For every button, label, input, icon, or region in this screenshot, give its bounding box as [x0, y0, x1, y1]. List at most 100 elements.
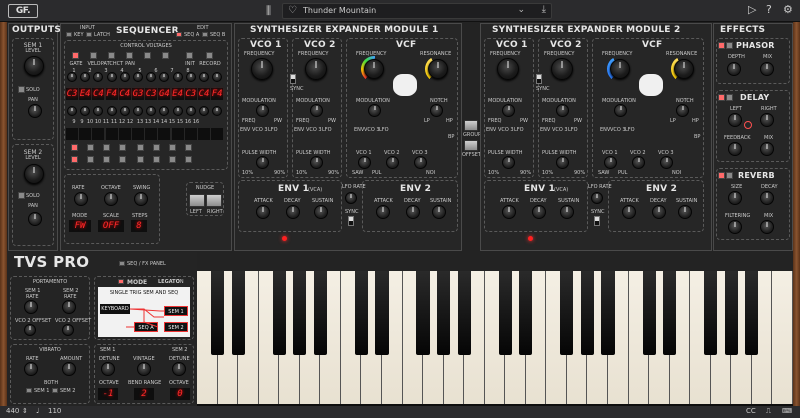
black-key[interactable]: [560, 271, 574, 355]
nudge-right-button[interactable]: [206, 194, 222, 207]
step-note-display[interactable]: C3: [184, 88, 197, 100]
black-key[interactable]: [745, 271, 759, 355]
seq-swing-knob[interactable]: [134, 192, 148, 206]
offset-button[interactable]: [464, 140, 478, 151]
step-cv-display[interactable]: [79, 128, 92, 140]
step-button[interactable]: [169, 144, 176, 151]
reverb-decay-knob[interactable]: [760, 191, 774, 205]
reverb-size-knob[interactable]: [728, 191, 742, 205]
phasor-off-button[interactable]: [726, 42, 733, 49]
delay-left-knob[interactable]: [728, 113, 742, 127]
reverb-off-button[interactable]: [726, 172, 733, 179]
key-button[interactable]: [66, 32, 72, 37]
vibrato-sem2-button[interactable]: [52, 388, 58, 393]
delay-right-knob[interactable]: [760, 113, 774, 127]
step-button[interactable]: [153, 144, 160, 151]
step-velocity-knob[interactable]: [199, 106, 209, 116]
keyboard-icon[interactable]: ⌨: [782, 407, 792, 415]
step-cv-display[interactable]: [145, 128, 158, 140]
sem1-pan-knob[interactable]: [28, 104, 42, 118]
cv-button[interactable]: [186, 52, 193, 59]
black-key[interactable]: [663, 271, 677, 355]
module1-env1-knob[interactable]: [256, 205, 270, 219]
step-button[interactable]: [137, 156, 144, 163]
step-button[interactable]: [87, 156, 94, 163]
help-icon[interactable]: ?: [766, 3, 772, 16]
steps-display[interactable]: 8: [131, 220, 147, 232]
module1-mix-knob[interactable]: [386, 156, 399, 169]
detune1-knob[interactable]: [101, 362, 115, 376]
step-button[interactable]: [119, 144, 126, 151]
feedback-knob[interactable]: [728, 142, 742, 156]
sem2-level-knob[interactable]: [24, 164, 44, 184]
cv-button[interactable]: [108, 52, 115, 59]
step-cv-display[interactable]: [105, 128, 118, 140]
module1-vco2-modulation-knob[interactable]: [310, 104, 323, 117]
black-key[interactable]: [272, 271, 286, 355]
play-icon[interactable]: ▷: [748, 3, 756, 16]
module1-vco2-pulse-width-knob[interactable]: [310, 156, 323, 169]
module2-lfo-sync-switch[interactable]: [594, 216, 600, 226]
gear-icon[interactable]: ⚙: [783, 3, 793, 16]
step-note-display[interactable]: G4: [158, 88, 171, 100]
module2-vco2-frequency-knob[interactable]: [551, 58, 573, 80]
step-button[interactable]: [103, 144, 110, 151]
seq-fx-toggle[interactable]: [119, 261, 125, 266]
delay-sync-icon[interactable]: [744, 121, 752, 129]
step-note-display[interactable]: G3: [132, 88, 144, 100]
module1-vco1-frequency-knob[interactable]: [251, 58, 273, 80]
delay-on-button[interactable]: [718, 94, 725, 101]
module2-vco1-pulse-width-knob[interactable]: [502, 156, 515, 169]
module2-env2-knob[interactable]: [678, 205, 692, 219]
download-icon[interactable]: ⤓: [542, 4, 546, 15]
sem2-pan-knob[interactable]: [28, 212, 42, 226]
module2-vco1-frequency-knob[interactable]: [497, 58, 519, 80]
sem2-solo-button[interactable]: [18, 192, 25, 199]
step-note-display[interactable]: C4: [118, 88, 131, 100]
black-key[interactable]: [293, 271, 307, 355]
delay-mix-knob[interactable]: [760, 142, 774, 156]
white-key[interactable]: [772, 271, 793, 404]
phasor-mix-knob[interactable]: [760, 62, 774, 76]
step-velocity-knob[interactable]: [172, 106, 183, 116]
module2-mix-knob[interactable]: [660, 156, 673, 169]
module1-env2-knob[interactable]: [406, 205, 420, 219]
cv-button[interactable]: [162, 52, 169, 59]
detune2-knob[interactable]: [172, 362, 186, 376]
group-button[interactable]: [464, 120, 478, 131]
edit-seqb-button[interactable]: [202, 32, 208, 37]
octave1-display[interactable]: -1: [98, 388, 118, 400]
scale-icon[interactable]: ⎍: [766, 407, 771, 416]
seq-rate-knob[interactable]: [74, 192, 88, 206]
mode-display[interactable]: FW: [69, 220, 91, 232]
module1-mix-knob[interactable]: [358, 156, 371, 169]
black-key[interactable]: [231, 271, 245, 355]
step-cv-display[interactable]: [184, 128, 197, 140]
bpm-value[interactable]: 110: [48, 407, 61, 415]
porta-sem1-knob[interactable]: [24, 300, 38, 314]
step-note-display[interactable]: F4: [211, 88, 224, 100]
module2-mix-knob[interactable]: [632, 156, 645, 169]
black-key[interactable]: [375, 271, 389, 355]
module2-vco2-pulse-width-knob[interactable]: [556, 156, 569, 169]
black-key[interactable]: [210, 271, 225, 355]
cv-button[interactable]: [90, 52, 97, 59]
step-note-display[interactable]: C4: [92, 88, 105, 100]
module2-env1-knob[interactable]: [560, 205, 574, 219]
delay-off-button[interactable]: [726, 94, 733, 101]
library-icon[interactable]: ⫼: [266, 4, 271, 18]
module2-filter-frequency-knob[interactable]: [610, 59, 630, 79]
step-cv-display[interactable]: [211, 128, 224, 140]
step-note-display[interactable]: F4: [105, 88, 118, 100]
step-button[interactable]: [87, 144, 94, 151]
phasor-depth-knob[interactable]: [727, 62, 741, 76]
black-key[interactable]: [601, 271, 615, 355]
step-cv-display[interactable]: [118, 128, 131, 140]
step-cv-display[interactable]: [132, 128, 144, 140]
metronome-icon[interactable]: ♩: [36, 407, 39, 415]
scale-display[interactable]: OFF: [98, 220, 124, 232]
tuning-stepper-icon[interactable]: ⇕: [22, 407, 28, 415]
step-pitch-knob[interactable]: [199, 72, 209, 82]
reverb-on-button[interactable]: [718, 172, 725, 179]
module2-env2-knob[interactable]: [622, 205, 636, 219]
